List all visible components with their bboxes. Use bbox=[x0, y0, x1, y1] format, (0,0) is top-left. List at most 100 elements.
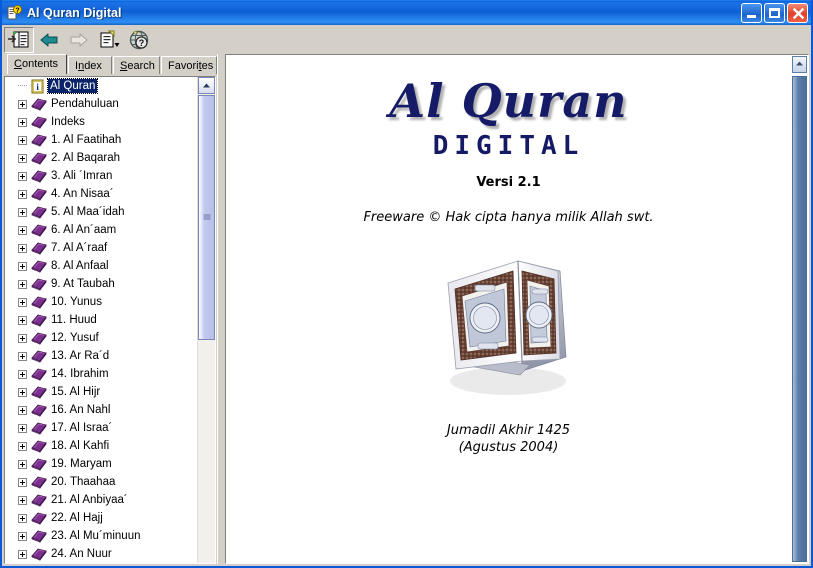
tree-item[interactable]: 20. Thaahaa bbox=[5, 473, 198, 491]
publication-date: Jumadil Akhir 1425 (Agustus 2004) bbox=[226, 423, 791, 456]
tree-item[interactable]: 16. An Nahl bbox=[5, 401, 198, 419]
expand-plus-icon[interactable] bbox=[18, 135, 27, 145]
topic-pane: Al Quran DIGITAL Versi 2.1 Freeware © Ha… bbox=[225, 54, 809, 564]
tree-item[interactable]: 15. Al Hijr bbox=[5, 383, 198, 401]
closed-book-icon bbox=[31, 331, 47, 346]
expand-plus-icon[interactable] bbox=[18, 261, 27, 271]
expand-plus-icon[interactable] bbox=[18, 369, 27, 379]
tree-item-label: Indeks bbox=[51, 116, 85, 128]
tree-scrollbar[interactable] bbox=[197, 77, 215, 563]
minimize-button[interactable] bbox=[741, 3, 762, 23]
closed-book-icon bbox=[31, 133, 47, 148]
expand-plus-icon[interactable] bbox=[18, 459, 27, 469]
tree-item[interactable]: i Al Quran bbox=[5, 77, 198, 95]
expand-plus-icon[interactable] bbox=[18, 549, 27, 559]
expand-plus-icon[interactable] bbox=[18, 279, 27, 289]
tab-index-label: Index bbox=[75, 60, 102, 72]
expand-plus-icon[interactable] bbox=[18, 513, 27, 523]
tree-item[interactable]: 8. Al Anfaal bbox=[5, 257, 198, 275]
tree-item[interactable]: 17. Al Israa´ bbox=[5, 419, 198, 437]
closed-book-icon bbox=[31, 421, 47, 436]
tree-item-label: 12. Yusuf bbox=[51, 332, 99, 344]
closed-book-icon bbox=[31, 187, 47, 202]
tree-item-label: 19. Maryam bbox=[51, 458, 112, 470]
closed-book-icon bbox=[31, 511, 47, 526]
expand-plus-icon[interactable] bbox=[18, 243, 27, 253]
tree-item[interactable]: 19. Maryam bbox=[5, 455, 198, 473]
hide-tabs-icon[interactable] bbox=[4, 26, 34, 53]
svg-text:?: ? bbox=[139, 38, 145, 48]
closed-book-icon bbox=[31, 223, 47, 238]
expand-plus-icon[interactable] bbox=[18, 153, 27, 163]
expand-plus-icon[interactable] bbox=[18, 495, 27, 505]
tree-item[interactable]: 12. Yusuf bbox=[5, 329, 198, 347]
options-page-icon[interactable] bbox=[94, 27, 124, 53]
tree-item[interactable]: 3. Ali ´Imran bbox=[5, 167, 198, 185]
expand-plus-icon[interactable] bbox=[18, 405, 27, 415]
navigation-pane: Contents Index Search Favorites i Al Qura… bbox=[4, 54, 217, 564]
tree-scroll-thumb[interactable] bbox=[198, 95, 215, 340]
tree-item[interactable]: 24. An Nuur bbox=[5, 545, 198, 563]
tree-item[interactable]: 9. At Taubah bbox=[5, 275, 198, 293]
title-bar[interactable]: ? Al Quran Digital bbox=[2, 0, 811, 25]
closed-book-icon bbox=[31, 367, 47, 382]
expand-plus-icon[interactable] bbox=[18, 189, 27, 199]
topic-scroll-thumb[interactable] bbox=[792, 76, 807, 562]
tree-item[interactable]: 2. Al Baqarah bbox=[5, 149, 198, 167]
topic-scroll-up-arrow[interactable] bbox=[792, 56, 807, 73]
maximize-button[interactable] bbox=[764, 3, 785, 23]
tab-index[interactable]: Index bbox=[68, 56, 112, 74]
expand-plus-icon[interactable] bbox=[18, 477, 27, 487]
expand-plus-icon[interactable] bbox=[18, 315, 27, 325]
expand-plus-icon[interactable] bbox=[18, 333, 27, 343]
close-button[interactable] bbox=[787, 3, 808, 23]
expand-plus-icon[interactable] bbox=[18, 531, 27, 541]
tree-item[interactable]: 14. Ibrahim bbox=[5, 365, 198, 383]
back-arrow-icon[interactable] bbox=[34, 27, 64, 53]
tree-item-label: 10. Yunus bbox=[51, 296, 102, 308]
expand-plus-icon[interactable] bbox=[18, 99, 27, 109]
expand-plus-icon[interactable] bbox=[18, 171, 27, 181]
expand-plus-icon[interactable] bbox=[18, 207, 27, 217]
tab-search[interactable]: Search bbox=[113, 56, 160, 74]
svg-text:?: ? bbox=[15, 7, 19, 14]
tree-item[interactable]: 10. Yunus bbox=[5, 293, 198, 311]
tree-item[interactable]: 4. An Nisaa´ bbox=[5, 185, 198, 203]
expand-plus-icon[interactable] bbox=[18, 387, 27, 397]
tree-item[interactable]: 21. Al Anbiyaa´ bbox=[5, 491, 198, 509]
scroll-grip-icon bbox=[203, 214, 210, 221]
tree-item-label: 4. An Nisaa´ bbox=[51, 188, 114, 200]
tree-item[interactable]: Pendahuluan bbox=[5, 95, 198, 113]
tree-item[interactable]: 6. Al An´aam bbox=[5, 221, 198, 239]
expand-plus-icon[interactable] bbox=[18, 117, 27, 127]
tab-contents-label: Contents bbox=[14, 58, 59, 70]
expand-plus-icon[interactable] bbox=[18, 297, 27, 307]
topic-scrollbar[interactable] bbox=[791, 55, 808, 563]
tree-item[interactable]: 23. Al Mu´minuun bbox=[5, 527, 198, 545]
tree-item[interactable]: 1. Al Faatihah bbox=[5, 131, 198, 149]
globe-question-icon[interactable]: ? bbox=[124, 27, 154, 53]
tree-item[interactable]: 5. Al Maa´idah bbox=[5, 203, 198, 221]
tree-item[interactable]: 22. Al Hajj bbox=[5, 509, 198, 527]
contents-tree[interactable]: i Al Quran Pendahuluan Indeks 1. Al Faatihah… bbox=[4, 76, 216, 564]
main-body: Contents Index Search Favorites i Al Qura… bbox=[2, 54, 811, 566]
tree-item[interactable]: 7. Al A´raaf bbox=[5, 239, 198, 257]
tree-scroll-up-arrow[interactable] bbox=[198, 77, 215, 94]
tab-underline bbox=[7, 74, 216, 76]
tree-item-label: 11. Huud bbox=[51, 314, 97, 326]
tree-item[interactable]: Indeks bbox=[5, 113, 198, 131]
expand-plus-icon[interactable] bbox=[18, 423, 27, 433]
tree-item-label: 20. Thaahaa bbox=[51, 476, 116, 488]
tree-item-label: 7. Al A´raaf bbox=[51, 242, 108, 254]
tree-rows[interactable]: i Al Quran Pendahuluan Indeks 1. Al Faatihah… bbox=[5, 77, 198, 563]
tree-item[interactable]: 18. Al Kahfi bbox=[5, 437, 198, 455]
closed-book-icon bbox=[31, 403, 47, 418]
expand-plus-icon[interactable] bbox=[18, 351, 27, 361]
tree-item[interactable]: 13. Ar Ra´d bbox=[5, 347, 198, 365]
tab-contents[interactable]: Contents bbox=[7, 54, 67, 74]
tab-favorites[interactable]: Favorites bbox=[161, 56, 217, 74]
topic-document: Al Quran DIGITAL Versi 2.1 Freeware © Ha… bbox=[226, 55, 791, 563]
expand-plus-icon[interactable] bbox=[18, 225, 27, 235]
expand-plus-icon[interactable] bbox=[18, 441, 27, 451]
tree-item[interactable]: 11. Huud bbox=[5, 311, 198, 329]
